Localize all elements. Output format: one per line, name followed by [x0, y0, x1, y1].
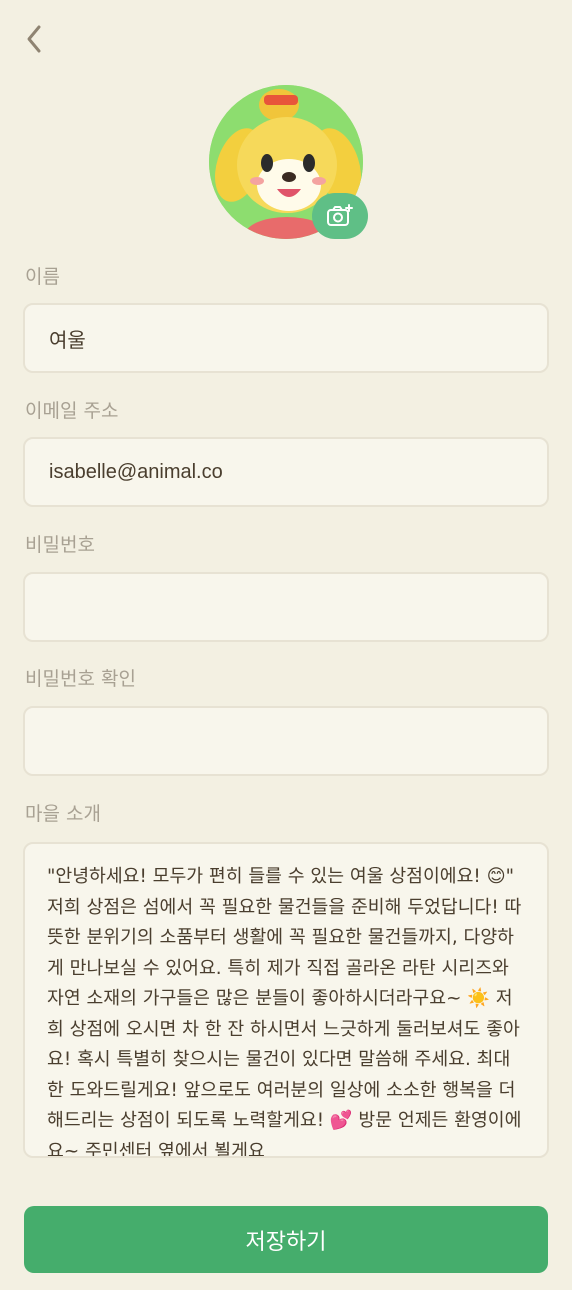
email-label: 이메일 주소 — [25, 400, 119, 422]
password-input[interactable] — [23, 572, 549, 642]
name-input[interactable]: 여울 — [23, 303, 549, 373]
camera-plus-icon — [327, 204, 353, 226]
save-button[interactable]: 저장하기 — [24, 1206, 548, 1273]
intro-label: 마을 소개 — [25, 803, 101, 825]
password-confirm-label: 비밀번호 확인 — [25, 668, 136, 690]
email-input[interactable]: isabelle@animal.co — [23, 437, 549, 507]
back-button[interactable] — [18, 22, 50, 56]
name-label: 이름 — [25, 266, 60, 288]
intro-textarea[interactable]: "안녕하세요! 모두가 편히 들를 수 있는 여울 상점이에요! 😊" 저희 상… — [23, 842, 549, 1158]
chevron-left-icon — [27, 25, 41, 53]
change-photo-button[interactable] — [312, 193, 368, 239]
password-label: 비밀번호 — [25, 534, 95, 556]
profile-avatar-section — [209, 85, 368, 239]
password-confirm-input[interactable] — [23, 706, 549, 776]
